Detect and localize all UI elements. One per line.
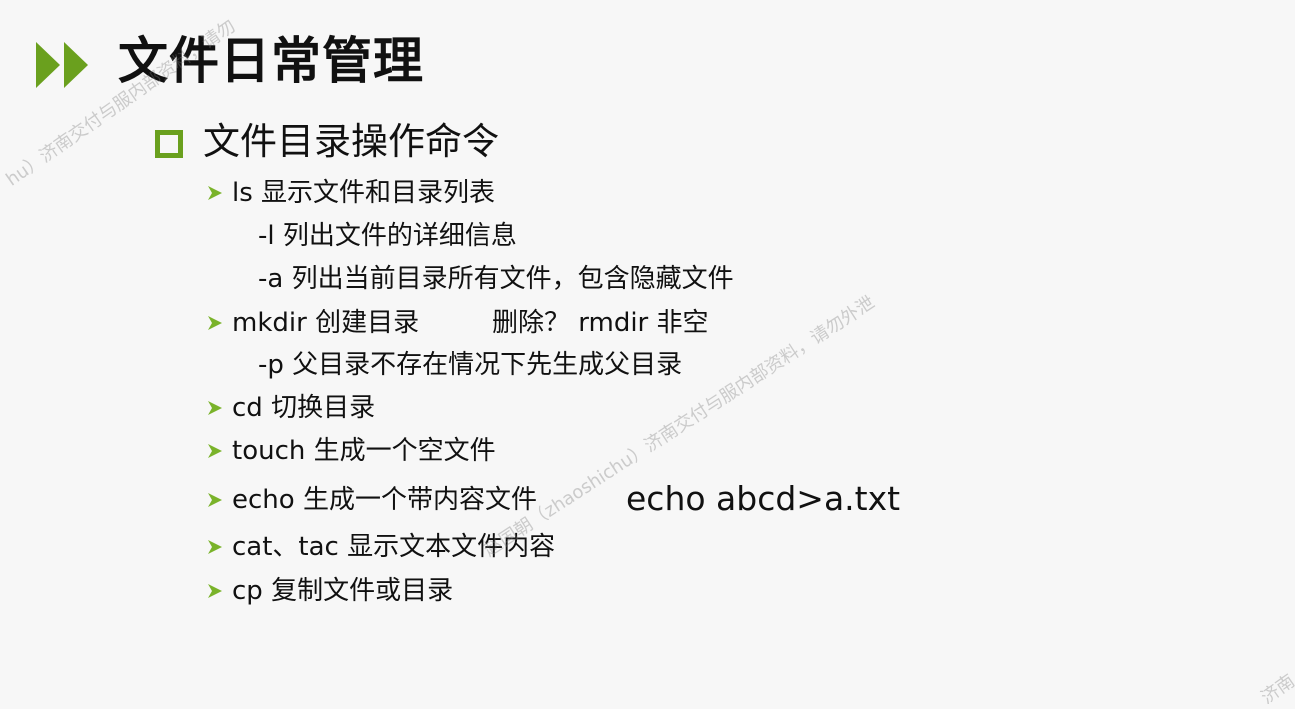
subitem-p: -p 父目录不存在情况下先生成父目录	[258, 350, 683, 380]
list-item-mkdir-extra: 删除？ rmdir 非空	[492, 308, 709, 338]
slide: 文件日常管理 文件目录操作命令 ls 显示文件和目录列表 -l 列出文件的详细信…	[0, 0, 1295, 709]
arrow-bullet-icon	[208, 316, 222, 330]
arrow-bullet-icon	[208, 401, 222, 415]
echo-example: echo abcd>a.txt	[626, 479, 901, 518]
hollow-square-icon	[155, 130, 183, 158]
arrow-bullet-icon	[208, 186, 222, 200]
subitem-l: -l 列出文件的详细信息	[258, 221, 517, 251]
list-item-mkdir: mkdir 创建目录	[232, 308, 420, 338]
list-item-touch: touch 生成一个空文件	[232, 436, 496, 466]
arrow-bullet-icon	[208, 444, 222, 458]
section-heading: 文件目录操作命令	[203, 120, 499, 163]
list-item-cd: cd 切换目录	[232, 393, 376, 423]
list-item-echo: echo 生成一个带内容文件	[232, 485, 537, 515]
list-item-cp: cp 复制文件或目录	[232, 576, 454, 606]
list-item-ls: ls 显示文件和目录列表	[232, 178, 496, 208]
arrow-bullet-icon	[208, 540, 222, 554]
subitem-a: -a 列出当前目录所有文件，包含隐藏文件	[258, 264, 734, 294]
double-triangle-right-icon	[36, 42, 88, 88]
watermark: 济南	[1257, 670, 1295, 709]
arrow-bullet-icon	[208, 493, 222, 507]
arrow-bullet-icon	[208, 584, 222, 598]
